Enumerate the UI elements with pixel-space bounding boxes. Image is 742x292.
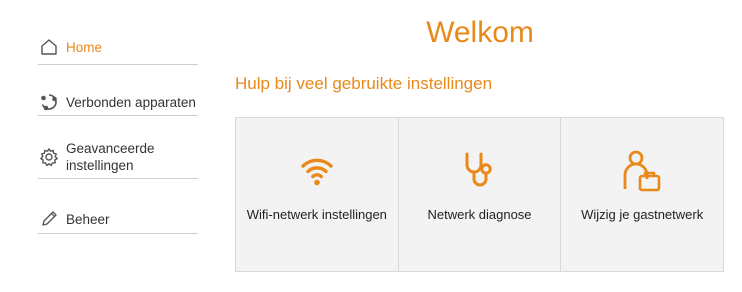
sidebar-item-devices[interactable]: Verbonden apparaten [38, 89, 198, 116]
card-network-diagnose[interactable]: Netwerk diagnose [398, 117, 562, 272]
sidebar-item-manage[interactable]: Beheer [38, 205, 198, 234]
card-label: Netwerk diagnose [427, 207, 532, 222]
page-title: Welkom [426, 16, 534, 49]
sidebar-item-advanced[interactable]: Geavanceerde instellingen [38, 136, 198, 179]
quick-settings-cards: Wifi-netwerk instellingen Netwerk diagno… [235, 117, 725, 272]
card-label: Wijzig je gastnetwerk [581, 207, 704, 222]
sidebar-item-label: Verbonden apparaten [66, 94, 196, 110]
card-label: Wifi-netwerk instellingen [246, 207, 387, 222]
section-subtitle: Hulp bij veel gebruikte instellingen [235, 74, 493, 93]
devices-icon [38, 91, 60, 113]
wifi-icon [294, 148, 340, 194]
gear-icon [38, 146, 60, 168]
guest-icon [619, 148, 665, 194]
sidebar-nav: Home Verbonden apparaten Geavanceerde in… [34, 30, 198, 234]
sidebar-item-label: Home [66, 39, 103, 55]
card-guest-network[interactable]: Wijzig je gastnetwerk [561, 117, 725, 272]
stethoscope-icon [457, 148, 503, 194]
home-icon [38, 36, 60, 58]
sidebar-item-home[interactable]: Home [38, 30, 198, 65]
pencil-icon [38, 208, 60, 230]
sidebar-item-label: Beheer [66, 211, 110, 227]
card-wifi-settings[interactable]: Wifi-netwerk instellingen [235, 117, 399, 272]
page: Home Verbonden apparaten Geavanceerde in… [0, 0, 742, 292]
sidebar-item-label: Geavanceerde instellingen [66, 141, 155, 173]
